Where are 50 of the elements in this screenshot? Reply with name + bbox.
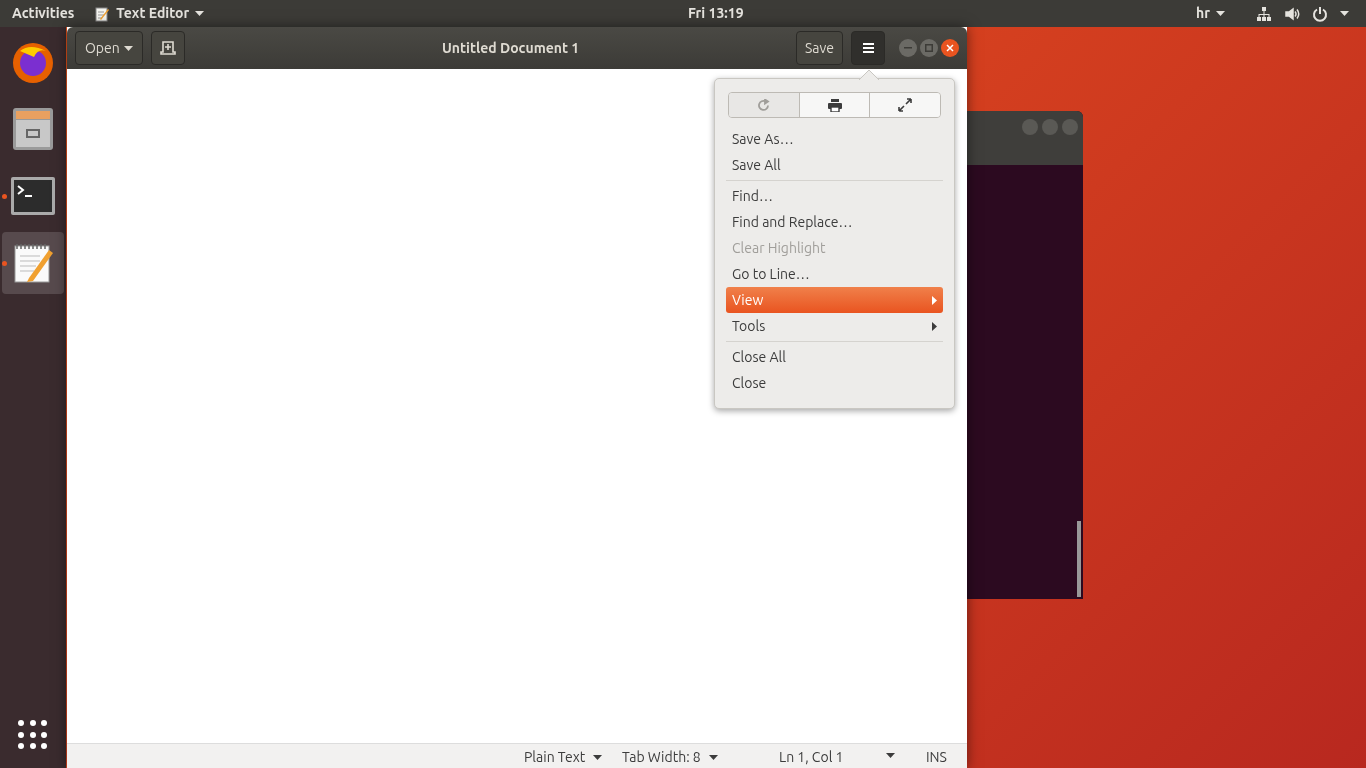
terminal-icon [10,176,56,216]
tab-width-selector[interactable]: Tab Width: 8 [622,747,718,768]
printer-icon [827,98,842,112]
clock[interactable]: Fri 13:19 [688,0,744,27]
close-icon [946,44,954,52]
menu-item[interactable]: Go to Line… [726,261,943,287]
menu-item[interactable]: Close All [726,344,943,370]
caret-icon [886,753,895,758]
position-dropdown[interactable] [886,753,895,758]
caret-icon [593,755,603,760]
menu-icon [862,43,874,53]
caret-icon [123,45,133,51]
caret-icon [195,11,205,16]
menu-item[interactable]: Save All [726,152,943,178]
keyboard-layout: hr [1196,4,1210,23]
dock-item[interactable] [2,232,64,294]
minimize-icon [904,47,912,49]
file-cabinet-icon [11,106,55,152]
app-grid-button[interactable] [17,719,49,751]
close-button[interactable] [941,39,959,57]
menu-item[interactable]: Find and Replace… [726,209,943,235]
menu-item[interactable]: Tools [726,313,943,339]
fullscreen-icon [898,98,913,112]
maximize-icon [925,44,933,52]
notepad-icon [94,5,111,22]
power-icon [1312,5,1328,22]
network-icon [1256,5,1272,22]
save-button[interactable]: Save [795,31,843,65]
fullscreen-button[interactable] [869,93,940,117]
app-menu-label: Text Editor [116,4,190,23]
language-selector[interactable]: Plain Text [524,747,603,768]
keyboard-layout-menu[interactable]: hr [1196,0,1225,27]
caret-icon [1215,11,1225,16]
cursor-position: Ln 1, Col 1 [779,748,844,767]
print-button[interactable] [798,93,870,117]
menu-button[interactable] [851,31,885,65]
new-document-button[interactable] [150,31,185,65]
new-tab-icon [159,41,176,55]
activities-button[interactable]: Activities [12,0,75,27]
window-title: Untitled Document 1 [442,39,580,58]
reload-icon [757,98,771,112]
insert-mode: INS [926,748,947,767]
caret-icon [708,755,718,760]
open-button[interactable]: Open [75,31,143,65]
app-menu[interactable]: Text Editor [94,0,205,27]
menu-item[interactable]: Close [726,370,943,396]
volume-icon [1284,5,1300,22]
menu-item[interactable]: Save As… [726,126,943,152]
menu-item[interactable]: Find… [726,183,943,209]
caret-icon [1340,11,1349,16]
